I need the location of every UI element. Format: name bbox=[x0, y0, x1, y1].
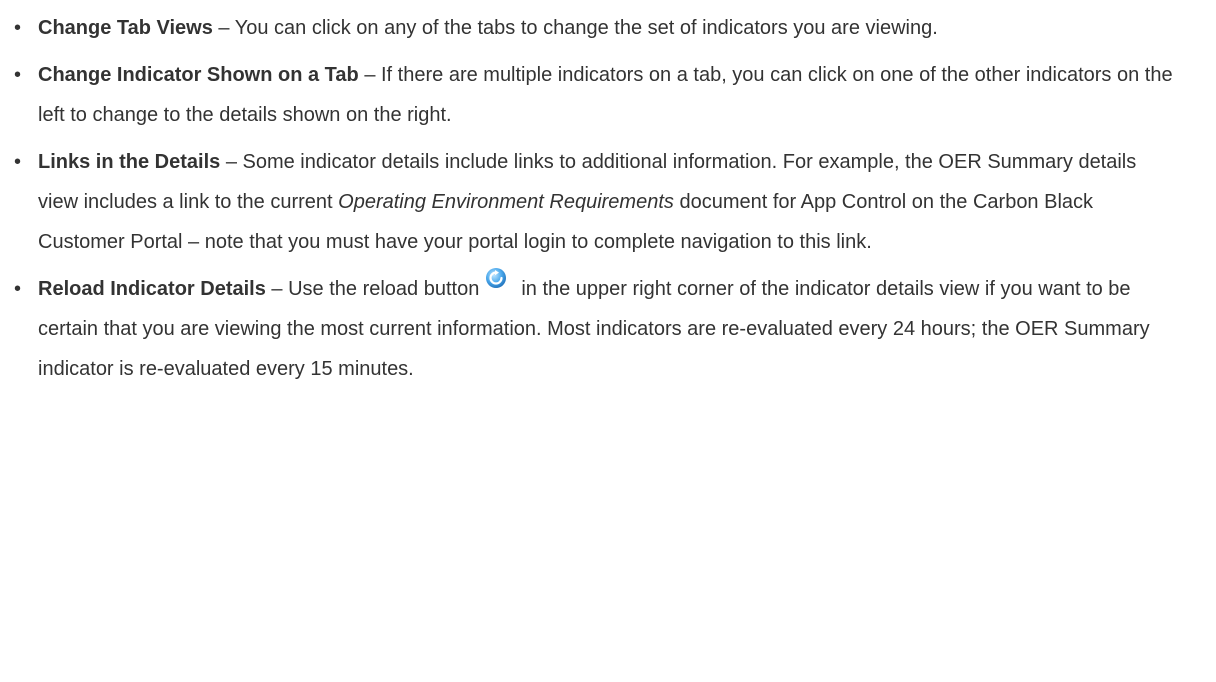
document-body: • Change Tab Views – You can click on an… bbox=[0, 0, 1216, 682]
bullet-marker: • bbox=[14, 17, 22, 39]
document-title-italic: Operating Environment Requirements bbox=[338, 191, 674, 213]
list-item: • Links in the Details – Some indicator … bbox=[0, 142, 1216, 262]
bullet-marker: • bbox=[14, 278, 22, 300]
bullet-list: • Change Tab Views – You can click on an… bbox=[0, 8, 1216, 396]
bullet-marker: • bbox=[14, 151, 22, 173]
list-item: • Change Indicator Shown on a Tab – If t… bbox=[0, 55, 1216, 135]
item-label: Change Indicator Shown on a Tab bbox=[38, 64, 359, 86]
item-label: Change Tab Views bbox=[38, 17, 213, 39]
list-item: • Change Tab Views – You can click on an… bbox=[0, 8, 1216, 48]
bullet-marker: • bbox=[14, 64, 22, 86]
item-text: – You can click on any of the tabs to ch… bbox=[212, 17, 938, 39]
list-item: • Reload Indicator Details – Use the rel… bbox=[0, 268, 1216, 389]
item-text: – Use the reload button bbox=[265, 278, 480, 300]
item-label: Reload Indicator Details bbox=[38, 278, 266, 300]
reload-icon bbox=[485, 263, 507, 288]
item-label: Links in the Details bbox=[38, 151, 221, 173]
